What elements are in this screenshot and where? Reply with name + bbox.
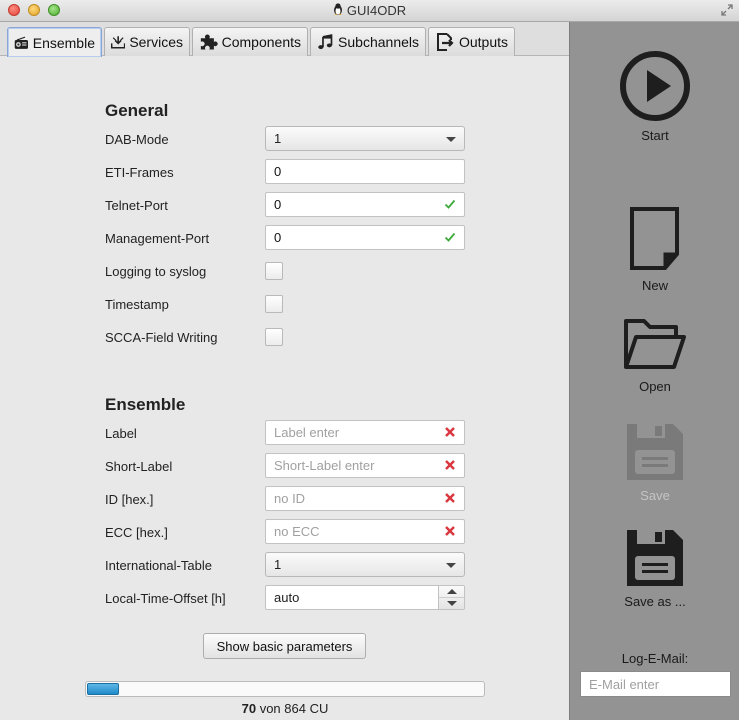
eti-frames-input[interactable]: 0: [265, 159, 465, 184]
chevron-down-icon: [446, 137, 456, 142]
short-label-input[interactable]: Short-Label enter: [265, 453, 465, 478]
telnet-port-value: 0: [274, 197, 282, 212]
invalid-cross-icon: [445, 493, 455, 503]
log-email-placeholder: E-Mail enter: [589, 676, 660, 692]
international-table-select[interactable]: 1: [265, 552, 465, 577]
tab-outputs[interactable]: Outputs: [428, 27, 515, 56]
floppy-disk-icon: [627, 530, 683, 586]
international-table-label: International-Table: [105, 558, 212, 573]
ensemble-label-input[interactable]: Label enter: [265, 420, 465, 445]
download-tray-icon: [111, 36, 126, 49]
chevron-down-icon: [446, 563, 456, 568]
fullscreen-icon[interactable]: [721, 4, 733, 16]
capacity-progress-bar: [85, 681, 485, 697]
radio-icon: [14, 36, 28, 49]
spinner-down-icon[interactable]: [447, 601, 457, 606]
short-label-placeholder: Short-Label enter: [274, 458, 375, 473]
save-as-button[interactable]: Save as ...: [570, 528, 739, 609]
penguin-icon: [333, 3, 343, 18]
dab-mode-select[interactable]: 1: [265, 126, 465, 151]
new-label: New: [641, 278, 668, 293]
title-bar: GUI4ODR: [0, 0, 739, 22]
save-button[interactable]: Save: [570, 422, 739, 503]
export-icon: [436, 33, 454, 51]
tab-ensemble-label: Ensemble: [32, 34, 95, 51]
capacity-unit: CU: [309, 701, 329, 716]
main-panel: Ensemble Services Components Subchannels…: [0, 22, 569, 720]
ensemble-id-label: ID [hex.]: [105, 492, 154, 507]
timestamp-label: Timestamp: [105, 297, 169, 312]
tab-subchannels-label: Subchannels: [338, 34, 419, 50]
scca-field-label: SCCA-Field Writing: [105, 330, 218, 345]
save-as-label: Save as ...: [624, 594, 686, 609]
folder-open-icon: [624, 319, 686, 369]
new-button[interactable]: New: [570, 206, 739, 293]
show-basic-parameters-button[interactable]: Show basic parameters: [203, 633, 366, 659]
play-icon: [620, 51, 690, 121]
logging-syslog-checkbox[interactable]: [265, 262, 283, 280]
tab-components[interactable]: Components: [192, 27, 308, 56]
window-title-container: GUI4ODR: [0, 3, 739, 18]
local-time-offset-label: Local-Time-Offset [h]: [105, 591, 226, 606]
capacity-used: 70: [241, 701, 257, 716]
ensemble-id-placeholder: no ID: [274, 491, 306, 506]
management-port-value: 0: [274, 230, 282, 245]
capacity-text: 70 von 864 CU: [85, 701, 485, 716]
logging-syslog-label: Logging to syslog: [105, 264, 207, 279]
ecc-input[interactable]: no ECC: [265, 519, 465, 544]
dab-mode-label: DAB-Mode: [105, 132, 169, 147]
short-label-label: Short-Label: [105, 459, 173, 474]
telnet-port-label: Telnet-Port: [105, 198, 168, 213]
music-note-icon: [318, 34, 333, 50]
open-button[interactable]: Open: [570, 315, 739, 394]
invalid-cross-icon: [445, 460, 455, 470]
timestamp-checkbox[interactable]: [265, 295, 283, 313]
local-time-offset-value: auto: [274, 590, 300, 605]
action-sidebar: Start New Open Save Save as ... Log-E-Ma…: [569, 22, 739, 720]
management-port-input[interactable]: 0: [265, 225, 465, 250]
capacity-total: 864: [284, 701, 306, 716]
start-label: Start: [641, 128, 669, 143]
ensemble-section-title: Ensemble: [105, 395, 186, 414]
check-icon: [444, 232, 456, 242]
eti-frames-label: ETI-Frames: [105, 165, 174, 180]
tab-components-label: Components: [221, 34, 301, 50]
management-port-label: Management-Port: [105, 231, 210, 246]
spinner-up-icon[interactable]: [447, 589, 457, 594]
tab-services-label: Services: [129, 34, 183, 50]
tab-ensemble[interactable]: Ensemble: [7, 27, 102, 57]
log-email-input[interactable]: E-Mail enter: [580, 671, 731, 697]
tab-subchannels[interactable]: Subchannels: [310, 27, 426, 56]
tab-outputs-label: Outputs: [458, 34, 508, 50]
capacity-separator: von: [259, 701, 281, 716]
invalid-cross-icon: [445, 526, 455, 536]
eti-frames-value: 0: [274, 164, 282, 179]
new-document-icon: [630, 207, 679, 270]
save-label: Save: [640, 488, 670, 503]
invalid-cross-icon: [445, 427, 455, 437]
ecc-placeholder: no ECC: [274, 524, 320, 539]
spinner-buttons: [438, 586, 464, 609]
floppy-disk-icon: [627, 424, 683, 480]
local-time-offset-spinner[interactable]: auto: [265, 585, 465, 610]
ensemble-label-label: Label: [105, 426, 137, 441]
log-email-label: Log-E-Mail:: [621, 651, 689, 666]
open-label: Open: [639, 379, 671, 394]
capacity-progress-fill: [87, 683, 120, 695]
spinner-divider: [439, 597, 464, 598]
ecc-label: ECC [hex.]: [105, 525, 168, 540]
check-icon: [444, 199, 456, 209]
general-section-title: General: [105, 101, 169, 120]
dab-mode-value: 1: [274, 131, 282, 146]
puzzle-icon: [200, 34, 218, 50]
window-title: GUI4ODR: [346, 3, 407, 18]
start-button[interactable]: Start: [570, 50, 739, 143]
ensemble-label-placeholder: Label enter: [274, 425, 340, 440]
tab-services[interactable]: Services: [104, 27, 190, 56]
scca-field-checkbox[interactable]: [265, 328, 283, 346]
telnet-port-input[interactable]: 0: [265, 192, 465, 217]
tab-bar: Ensemble Services Components Subchannels…: [0, 22, 569, 57]
international-table-value: 1: [274, 557, 282, 572]
ensemble-id-input[interactable]: no ID: [265, 486, 465, 511]
